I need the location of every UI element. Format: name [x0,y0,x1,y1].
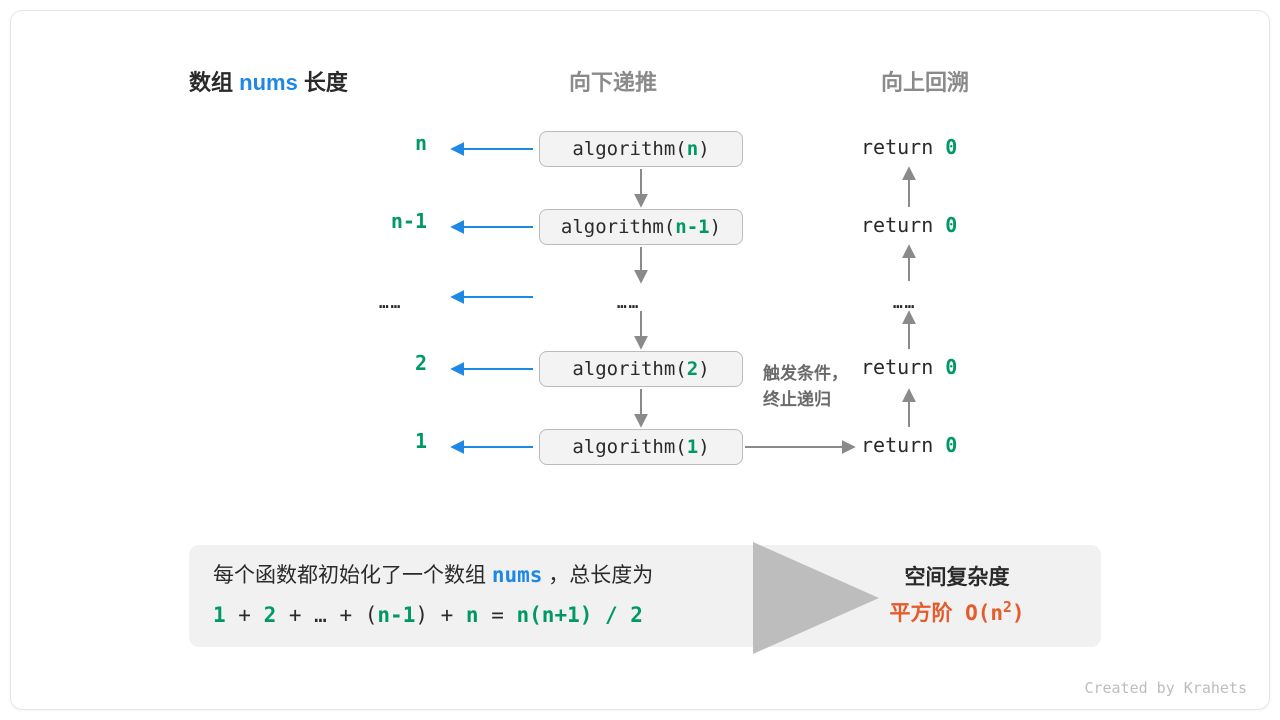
header-left-suffix: 长度 [298,70,348,95]
eq-d: n [466,603,479,627]
alg-fn: algorithm( [572,358,686,380]
alg-fn: algorithm( [572,436,686,458]
header-recurse-down: 向下递推 [569,65,657,97]
eq-p1: + [226,603,264,627]
ret-val: 0 [945,135,957,159]
alg-arg: 2 [687,358,698,380]
eq-eq: = [479,603,517,627]
termination-note: 触发条件， 终止递归 [763,361,848,412]
alg-box-1: algorithm(1) [539,429,743,465]
alg-box-2: algorithm(2) [539,351,743,387]
return-n: return 0 [861,135,957,159]
alg-close: ) [710,216,721,238]
alg-box-n: algorithm(n) [539,131,743,167]
param-2: 2 [187,351,427,375]
return-n-1: return 0 [861,213,957,237]
alg-close: ) [698,138,709,160]
header-recurse-up: 向上回溯 [881,65,969,97]
param-n: n [187,131,427,155]
eq-rhs: n(n+1) / 2 [517,603,643,627]
alg-close: ) [698,358,709,380]
ret-ellipsis: …… [893,293,916,312]
alg-close: ) [698,436,709,458]
row-2: 2 algorithm(2) return 0 [11,351,1269,391]
alg-arg: 1 [687,436,698,458]
eq-c: n-1 [377,603,415,627]
ret-kw: return [861,355,945,379]
eq-b: 2 [264,603,277,627]
row-n: n algorithm(n) return 0 [11,131,1269,171]
complexity-badge: 空间复杂度 平方阶 O(n2) [837,560,1077,631]
note-line2: 终止递归 [763,390,831,409]
complexity-label: 空间复杂度 [837,560,1077,596]
ret-kw: return [861,213,945,237]
ret-val: 0 [945,433,957,457]
alg-arg: n-1 [675,216,709,238]
return-1: return 0 [861,433,957,457]
header-array-length: 数组 nums 长度 [189,65,348,97]
param-n-1: n-1 [187,209,427,233]
complexity-value: 平方阶 O(n2) [837,596,1077,632]
alg-fn: algorithm( [572,138,686,160]
eq-close: ) + [415,603,466,627]
alg-ellipsis: …… [617,293,640,312]
eq-p2: + … + ( [276,603,377,627]
bigo-prefix: 平方阶 O(n [889,601,1003,625]
ret-val: 0 [945,355,957,379]
summary-var-nums: nums [492,563,543,587]
diagram-canvas: 数组 nums 长度 向下递推 向上回溯 n algorithm(n) retu… [10,10,1270,710]
summary-line1-suffix: ，总长度为 [542,564,653,587]
bigo-sup: 2 [1003,599,1012,616]
param-ellipsis: …… [379,293,402,312]
summary-line1-prefix: 每个函数都初始化了一个数组 [213,564,492,587]
note-line1: 触发条件， [763,364,848,383]
alg-arg: n [687,138,698,160]
alg-fn: algorithm( [561,216,675,238]
row-1: 1 algorithm(1) return 0 [11,429,1269,469]
header-var-nums: nums [239,70,298,95]
column-headers: 数组 nums 长度 向下递推 向上回溯 [11,65,1269,97]
row-ellipsis: …… …… …… [11,287,1269,327]
row-n-1: n-1 algorithm(n-1) return 0 [11,209,1269,249]
summary-text: 每个函数都初始化了一个数组 nums ，总长度为 1 + 2 + … + (n-… [213,556,837,636]
param-1: 1 [187,429,427,453]
eq-a: 1 [213,603,226,627]
ret-val: 0 [945,213,957,237]
header-left-prefix: 数组 [189,70,239,95]
credit-text: Created by Krahets [1084,679,1247,697]
bigo-suffix: ) [1012,601,1025,625]
alg-box-n-1: algorithm(n-1) [539,209,743,245]
ret-kw: return [861,135,945,159]
return-2: return 0 [861,355,957,379]
summary-box: 每个函数都初始化了一个数组 nums ，总长度为 1 + 2 + … + (n-… [189,545,1101,647]
ret-kw: return [861,433,945,457]
